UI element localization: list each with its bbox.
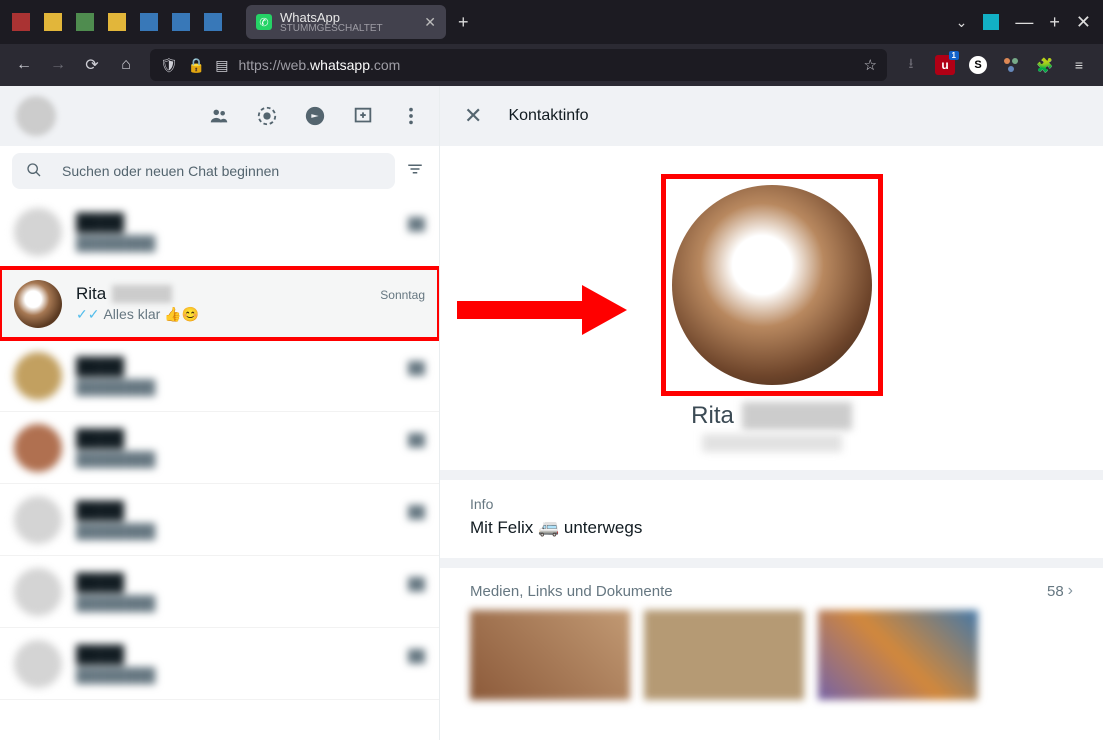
shield-icon[interactable]: 🛡 xyxy=(160,57,178,74)
tab-subtitle: STUMMGESCHALTET xyxy=(280,24,383,34)
chat-item-rita[interactable]: Rita Sonntag ✓✓ Alles klar 👍😊 xyxy=(0,268,439,340)
new-tab-button[interactable]: + xyxy=(458,12,469,33)
media-count: 58 xyxy=(1047,583,1064,600)
media-thumb[interactable] xyxy=(644,610,804,700)
extension-icon[interactable] xyxy=(1001,55,1021,75)
chat-filter-icon[interactable] xyxy=(403,160,427,183)
address-bar[interactable]: 🛡 🔒 ▤ https://web.whatsapp.com ☆ xyxy=(150,49,887,81)
new-chat-icon[interactable] xyxy=(351,104,375,128)
download-icon: ⭳ xyxy=(901,55,921,75)
chat-list[interactable]: ██████████████ Rita Sonntag ✓✓ Alles kla… xyxy=(0,196,439,740)
menu-icon[interactable] xyxy=(399,104,423,128)
tab-dropdown-icon[interactable]: ⌄ xyxy=(956,14,968,31)
pinned-app-icon[interactable] xyxy=(44,13,62,31)
save-icon[interactable] xyxy=(983,14,999,30)
panel-title: Kontaktinfo xyxy=(508,107,588,125)
communities-icon[interactable] xyxy=(207,104,231,128)
pinned-apps xyxy=(12,13,222,31)
chat-item[interactable]: ██████████████ xyxy=(0,412,439,484)
close-panel-icon[interactable]: ✕ xyxy=(464,103,482,129)
window-minimize-icon[interactable]: — xyxy=(1015,12,1033,33)
media-thumb[interactable] xyxy=(470,610,630,700)
window-close-icon[interactable]: ✕ xyxy=(1076,12,1091,33)
redacted-surname xyxy=(742,402,852,430)
profile-photo[interactable] xyxy=(672,185,872,385)
chat-item[interactable]: ██████████████ xyxy=(0,196,439,268)
contact-info-panel: ✕ Kontaktinfo Rita Info Mit Felix 🚐 unte… xyxy=(440,86,1103,740)
tab-title: WhatsApp xyxy=(280,11,383,24)
home-button[interactable]: ⌂ xyxy=(116,56,136,74)
reload-button[interactable]: ⟳ xyxy=(82,55,102,75)
whatsapp-app: Suchen oder neuen Chat beginnen ████████… xyxy=(0,86,1103,740)
close-tab-icon[interactable]: ✕ xyxy=(424,14,436,31)
chat-time: Sonntag xyxy=(380,288,425,302)
chevron-right-icon: › xyxy=(1068,582,1073,600)
chat-item[interactable]: ██████████████ xyxy=(0,484,439,556)
profile-name: Rita xyxy=(691,402,734,430)
redacted-phone xyxy=(702,434,842,452)
pinned-app-icon[interactable] xyxy=(140,13,158,31)
pinned-app-icon[interactable] xyxy=(108,13,126,31)
chat-avatar xyxy=(14,280,62,328)
media-label: Medien, Links und Dokumente xyxy=(470,583,1047,600)
info-heading: Info xyxy=(470,496,1073,512)
search-input[interactable]: Suchen oder neuen Chat beginnen xyxy=(12,153,395,189)
window-maximize-icon[interactable]: + xyxy=(1049,12,1060,33)
window-titlebar: ✆ WhatsApp STUMMGESCHALTET ✕ + ⌄ — + ✕ xyxy=(0,0,1103,44)
sidebar: Suchen oder neuen Chat beginnen ████████… xyxy=(0,86,440,740)
forward-button: → xyxy=(48,56,68,74)
media-links-row[interactable]: Medien, Links und Dokumente 58 › xyxy=(440,568,1103,610)
read-ticks-icon: ✓✓ xyxy=(76,306,99,323)
chat-item[interactable]: ██████████████ xyxy=(0,340,439,412)
about-text: Mit Felix 🚐 unterwegs xyxy=(470,518,1073,538)
permissions-icon[interactable]: ▤ xyxy=(215,57,228,74)
app-menu-icon[interactable]: ≡ xyxy=(1069,55,1089,75)
pinned-app-icon[interactable] xyxy=(172,13,190,31)
extensions-menu-icon[interactable]: 🧩 xyxy=(1035,55,1055,75)
profile-photo-highlight xyxy=(661,174,883,396)
chat-item[interactable]: ██████████████ xyxy=(0,628,439,700)
redacted-surname xyxy=(112,285,172,303)
search-placeholder: Suchen oder neuen Chat beginnen xyxy=(62,163,279,179)
whatsapp-favicon: ✆ xyxy=(256,14,272,30)
chat-item[interactable]: ██████████████ xyxy=(0,556,439,628)
back-button[interactable]: ← xyxy=(14,56,34,74)
media-thumbnails xyxy=(440,610,1103,720)
url-text: https://web.whatsapp.com xyxy=(238,57,853,73)
search-row: Suchen oder neuen Chat beginnen xyxy=(0,146,439,196)
sidebar-header xyxy=(0,86,439,146)
status-icon[interactable] xyxy=(255,104,279,128)
browser-toolbar: ← → ⟳ ⌂ 🛡 🔒 ▤ https://web.whatsapp.com ☆… xyxy=(0,44,1103,86)
chat-name: Rita xyxy=(76,284,106,304)
bookmark-star-icon[interactable]: ☆ xyxy=(864,56,877,74)
browser-tab[interactable]: ✆ WhatsApp STUMMGESCHALTET ✕ xyxy=(246,5,446,39)
lock-icon[interactable]: 🔒 xyxy=(188,57,205,74)
media-thumb[interactable] xyxy=(818,610,978,700)
pinned-app-icon[interactable] xyxy=(12,13,30,31)
channels-icon[interactable] xyxy=(303,104,327,128)
profile-section: Rita xyxy=(440,146,1103,470)
ublock-icon[interactable]: u1 xyxy=(935,55,955,75)
my-avatar[interactable] xyxy=(16,96,56,136)
pinned-app-icon[interactable] xyxy=(204,13,222,31)
noscript-icon[interactable]: S xyxy=(969,56,987,74)
panel-header: ✕ Kontaktinfo xyxy=(440,86,1103,146)
about-section: Info Mit Felix 🚐 unterwegs xyxy=(440,480,1103,558)
chat-preview: Alles klar 👍😊 xyxy=(103,306,199,323)
pinned-app-icon[interactable] xyxy=(76,13,94,31)
search-icon xyxy=(26,162,42,181)
